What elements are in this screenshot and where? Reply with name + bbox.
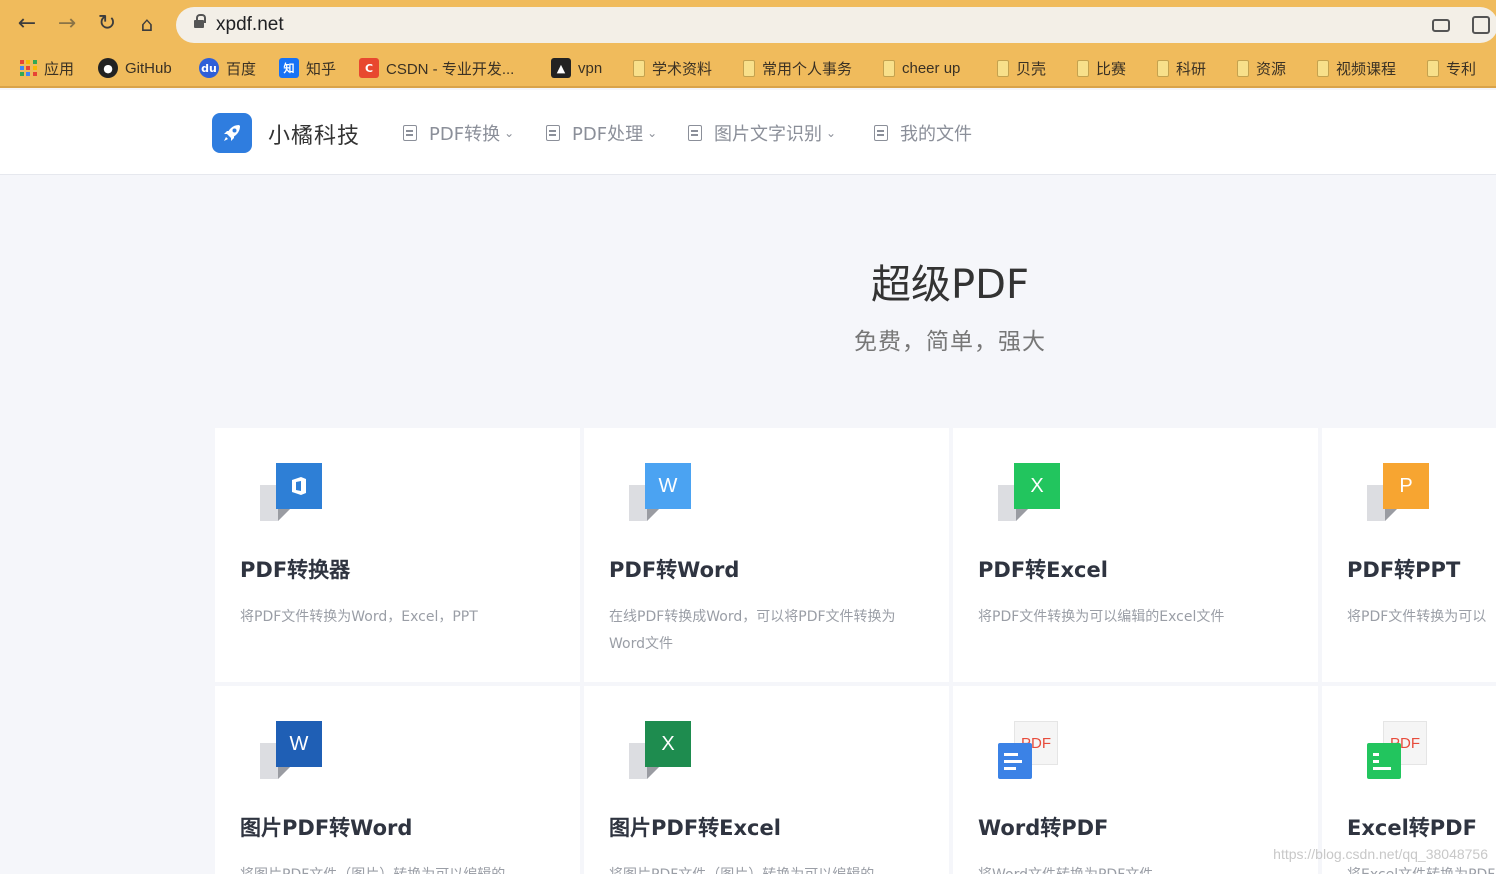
folder-icon	[633, 59, 645, 77]
forward-arrow-icon[interactable]: →	[53, 10, 81, 38]
back-arrow-icon[interactable]: ←	[13, 10, 41, 38]
folder-icon	[997, 59, 1009, 77]
nav-pdf-convert[interactable]: PDF转换 ⌄	[403, 120, 514, 146]
document-icon	[546, 125, 560, 141]
excel-to-pdf-icon: PDF	[1367, 721, 1429, 781]
cast-icon[interactable]	[1432, 19, 1450, 32]
word-to-pdf-icon: PDF	[998, 721, 1060, 781]
address-bar[interactable]: xpdf.net	[176, 7, 1496, 43]
hero-subtitle: 免费，简单，强大	[854, 329, 1046, 355]
ppt-icon: P	[1367, 463, 1429, 523]
folder-icon	[1317, 59, 1329, 77]
card-description: 将图片PDF文件（图片）转换为可以编辑的	[609, 862, 929, 874]
rocket-logo-icon[interactable]	[212, 113, 252, 153]
folder-icon	[1077, 59, 1089, 77]
hero-title: 超级PDF	[871, 262, 1029, 308]
card-title: Word转PDF	[978, 816, 1109, 840]
office-icon	[260, 463, 322, 523]
nav-image-ocr[interactable]: 图片文字识别 ⌄	[688, 120, 836, 146]
extensions-icon[interactable]	[1472, 16, 1490, 34]
watermark: https://blog.csdn.net/qq_38048756	[1273, 846, 1488, 862]
document-icon	[403, 125, 417, 141]
card-description: 将Word文件转换为PDF文件	[978, 862, 1298, 874]
tool-card-pdf-to-excel[interactable]: X PDF转Excel 将PDF文件转换为可以编辑的Excel文件	[953, 428, 1318, 682]
bookmark-folder[interactable]: 常用个人事务	[743, 57, 852, 79]
card-description: 将图片PDF文件（图片）转换为可以编辑的	[240, 862, 560, 874]
chevron-down-icon: ⌄	[504, 126, 515, 140]
tool-card-word-to-pdf[interactable]: PDF Word转PDF 将Word文件转换为PDF文件	[953, 686, 1318, 874]
card-description: 将PDF文件转换为Word，Excel，PPT	[240, 609, 478, 625]
bookmark-folder[interactable]: 比赛	[1077, 57, 1126, 79]
bookmarks-bar: 应用 ● GitHub du 百度 知 知乎 C CSDN - 专业开发... …	[0, 48, 1496, 88]
bookmark-folder[interactable]: cheer up	[883, 57, 960, 79]
bookmark-zhihu[interactable]: 知 知乎	[279, 57, 336, 79]
folder-icon	[1427, 59, 1439, 77]
chevron-down-icon: ⌄	[826, 126, 837, 140]
card-description: 将PDF文件转换为可以	[1347, 609, 1487, 625]
nav-pdf-process[interactable]: PDF处理 ⌄	[546, 120, 657, 146]
card-title: Excel转PDF	[1347, 816, 1477, 840]
bookmark-folder[interactable]: 学术资料	[633, 57, 712, 79]
card-title: 图片PDF转Excel	[609, 816, 781, 840]
bookmark-folder[interactable]: 科研	[1157, 57, 1206, 79]
bookmark-vpn[interactable]: ▲ vpn	[551, 57, 602, 79]
brand-name[interactable]: 小橘科技	[268, 118, 360, 150]
nav-my-files[interactable]: 我的文件	[874, 120, 972, 146]
tool-card-image-pdf-to-excel[interactable]: X 图片PDF转Excel 将图片PDF文件（图片）转换为可以编辑的	[584, 686, 949, 874]
bookmark-folder[interactable]: 贝壳	[997, 57, 1046, 79]
folder-icon	[743, 59, 755, 77]
bookmark-folder[interactable]: 视频课程	[1317, 57, 1396, 79]
home-icon[interactable]: ⌂	[133, 10, 161, 38]
tool-card-pdf-converter[interactable]: PDF转换器 将PDF文件转换为Word，Excel，PPT	[215, 428, 580, 682]
tool-card-pdf-to-ppt[interactable]: P PDF转PPT 将PDF文件转换为可以	[1322, 428, 1496, 682]
excel-icon: X	[998, 463, 1060, 523]
vpn-icon: ▲	[551, 58, 571, 78]
baidu-icon: du	[199, 58, 219, 78]
document-icon	[688, 125, 702, 141]
word-icon: W	[629, 463, 691, 523]
card-description: 在线PDF转换成Word，可以将PDF文件转换为Word文件	[609, 609, 896, 652]
excel-icon: X	[629, 721, 691, 781]
bookmark-apps[interactable]: 应用	[20, 57, 74, 79]
card-title: PDF转换器	[240, 558, 351, 582]
folder-icon	[883, 59, 895, 77]
browser-toolbar: ← → ↻ ⌂ xpdf.net	[0, 0, 1496, 48]
card-description: 将PDF文件转换为可以编辑的Excel文件	[978, 609, 1225, 625]
card-description: 将Excel文件转换为PDF	[1347, 862, 1496, 874]
zhihu-icon: 知	[279, 58, 299, 78]
card-title: 图片PDF转Word	[240, 816, 413, 840]
document-icon	[874, 125, 888, 141]
reload-icon[interactable]: ↻	[93, 10, 121, 38]
chevron-down-icon: ⌄	[647, 126, 658, 140]
apps-grid-icon	[20, 59, 37, 77]
bookmark-folder[interactable]: 资源	[1237, 57, 1286, 79]
card-title: PDF转PPT	[1347, 558, 1461, 582]
tool-card-image-pdf-to-word[interactable]: W 图片PDF转Word 将图片PDF文件（图片）转换为可以编辑的	[215, 686, 580, 874]
folder-icon	[1157, 59, 1169, 77]
site-header: 小橘科技 PDF转换 ⌄ PDF处理 ⌄ 图片文字识别 ⌄ 我的文件	[0, 90, 1496, 175]
bookmark-folder[interactable]: 专利	[1427, 57, 1476, 79]
lock-icon	[194, 14, 206, 30]
csdn-icon: C	[359, 58, 379, 78]
bookmark-baidu[interactable]: du 百度	[199, 57, 256, 79]
tool-card-pdf-to-word[interactable]: W PDF转Word 在线PDF转换成Word，可以将PDF文件转换为Word文…	[584, 428, 949, 682]
bookmark-github[interactable]: ● GitHub	[98, 57, 172, 79]
bookmark-csdn[interactable]: C CSDN - 专业开发...	[359, 57, 514, 79]
folder-icon	[1237, 59, 1249, 77]
card-title: PDF转Excel	[978, 558, 1108, 582]
word-icon: W	[260, 721, 322, 781]
github-icon: ●	[98, 58, 118, 78]
card-title: PDF转Word	[609, 558, 740, 582]
url-text[interactable]: xpdf.net	[216, 14, 284, 36]
